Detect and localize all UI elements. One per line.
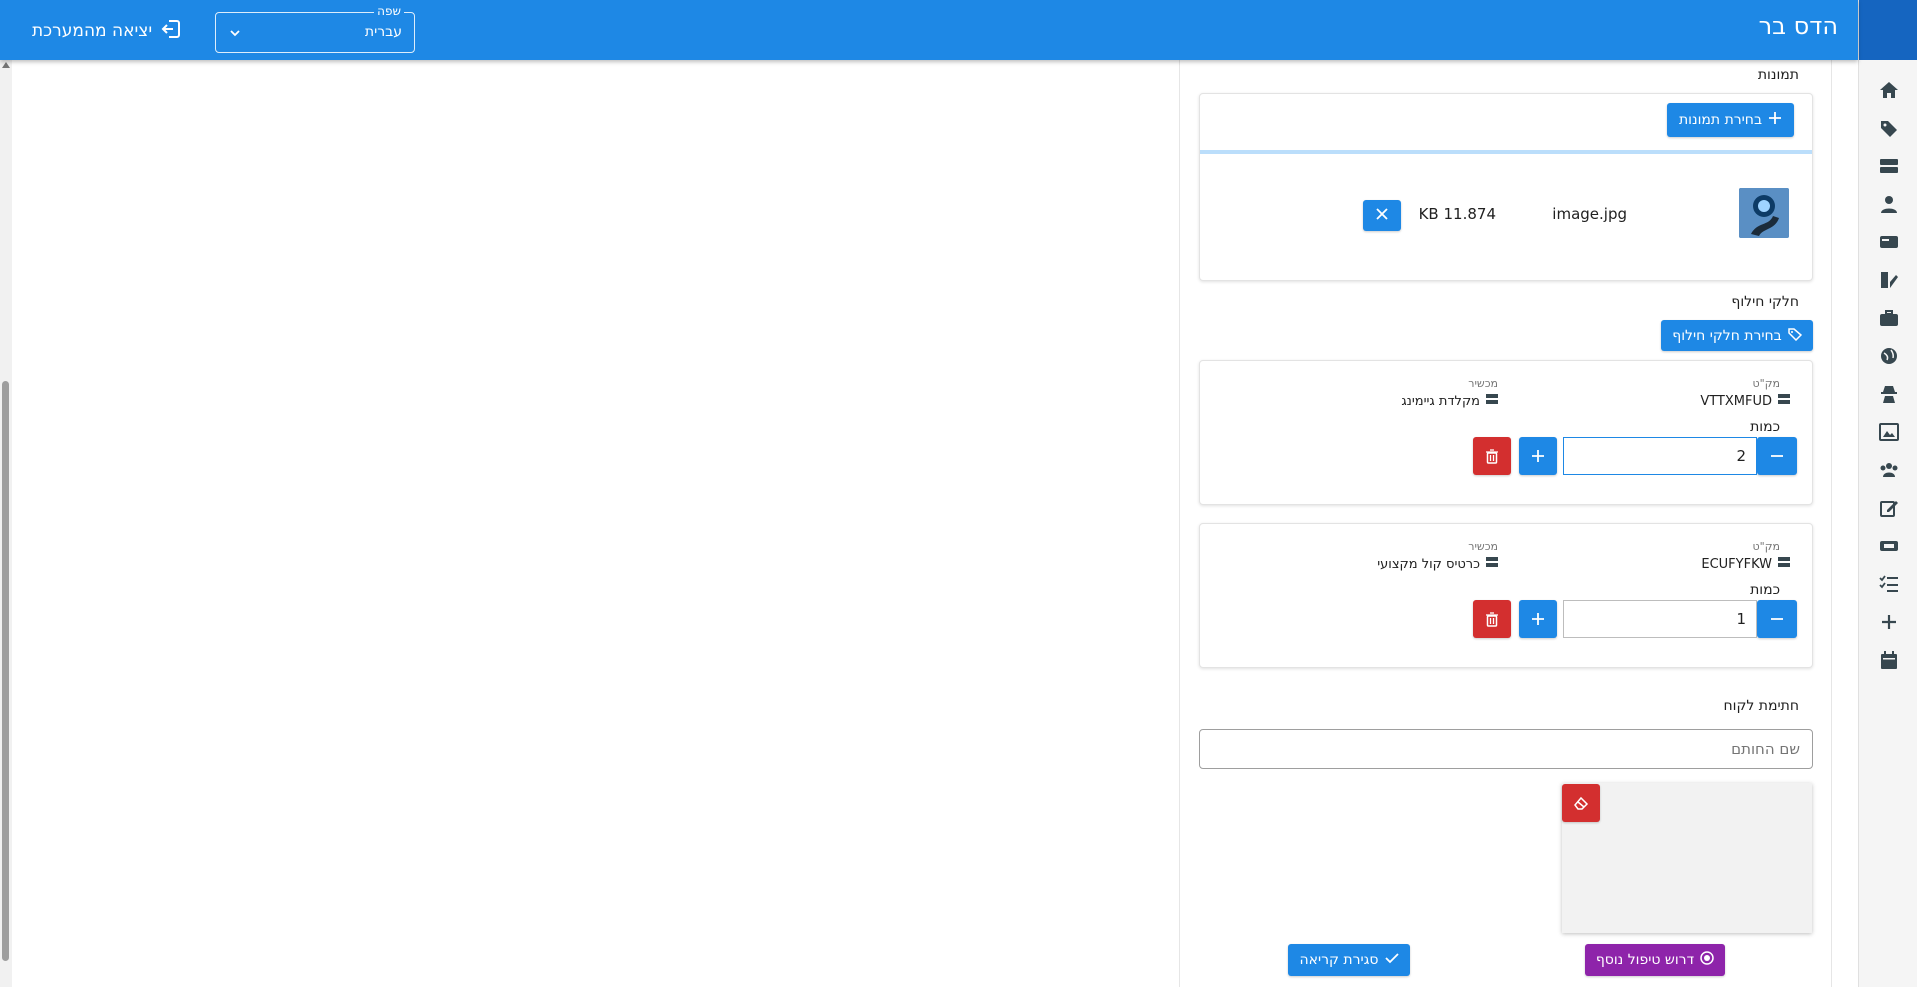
checklist-icon[interactable] xyxy=(1878,573,1900,595)
card-icon[interactable] xyxy=(1878,231,1900,253)
ticket-icon[interactable] xyxy=(1878,535,1900,557)
user-icon[interactable] xyxy=(1878,193,1900,215)
device-value: כרטיס קול מקצועי xyxy=(1377,556,1498,572)
parts-section-title: חלקי חילוף xyxy=(1731,294,1799,310)
app-title: הדס בר xyxy=(1758,12,1838,40)
choose-parts-button[interactable]: בחירת חלקי חילוף xyxy=(1661,320,1813,351)
scroll-up-icon[interactable] xyxy=(2,62,10,68)
plus-icon xyxy=(1532,450,1544,462)
close-call-button[interactable]: סגירת קריאה xyxy=(1288,944,1410,976)
check-icon xyxy=(1384,951,1399,969)
minus-icon xyxy=(1771,618,1783,620)
sku-text: VTTXMFUD xyxy=(1700,393,1772,409)
image-thumbnail[interactable] xyxy=(1739,188,1789,238)
parts-icon[interactable] xyxy=(1878,269,1900,291)
sku-label: מק"ט xyxy=(1752,540,1780,553)
choose-images-label: בחירת תמונות xyxy=(1678,112,1763,128)
device-text: כרטיס קול מקצועי xyxy=(1377,556,1480,572)
device-value: מקלדת גיימינג xyxy=(1401,393,1498,409)
spy-icon[interactable] xyxy=(1878,383,1900,405)
calendar-icon[interactable] xyxy=(1878,649,1900,671)
choose-images-button[interactable]: בחירת תמונות xyxy=(1667,103,1794,137)
image-board-icon[interactable] xyxy=(1878,421,1900,443)
device-text: מקלדת גיימינג xyxy=(1401,393,1480,409)
images-section-title: תמונות xyxy=(1757,67,1799,83)
part-card: מק"ט ECUFYFKW מכשיר כרטיס קול מקצועי כמו… xyxy=(1199,523,1813,668)
signature-pad[interactable] xyxy=(1562,783,1812,933)
language-select[interactable]: שפה עברית xyxy=(215,4,415,53)
part-card: מק"ט VTTXMFUD מכשיר מקלדת גיימינג כמות 2 xyxy=(1199,360,1813,505)
increment-button[interactable] xyxy=(1519,437,1557,475)
device-label: מכשיר xyxy=(1468,377,1498,390)
choose-parts-label: בחירת חלקי חילוף xyxy=(1672,327,1782,344)
trash-icon xyxy=(1486,448,1498,464)
signature-section-title: חתימת לקוח xyxy=(1723,698,1800,714)
quantity-input[interactable]: 1 xyxy=(1563,600,1757,638)
server-icon xyxy=(1486,393,1498,409)
image-file-size: 11.874 KB xyxy=(1418,205,1496,223)
image-file-name: image.jpg xyxy=(1552,205,1627,223)
sku-value: ECUFYFKW xyxy=(1701,556,1790,572)
group-icon[interactable] xyxy=(1878,459,1900,481)
delete-part-button[interactable] xyxy=(1473,437,1511,475)
server-icon xyxy=(1778,393,1790,409)
logout-icon xyxy=(160,18,182,45)
plus-icon xyxy=(1768,111,1782,129)
trash-icon xyxy=(1486,611,1498,627)
close-call-label: סגירת קריאה xyxy=(1299,952,1379,968)
quantity-label: כמות xyxy=(1750,582,1780,598)
minus-icon xyxy=(1771,455,1783,457)
sku-value: VTTXMFUD xyxy=(1700,393,1790,409)
delete-part-button[interactable] xyxy=(1473,600,1511,638)
plus-icon[interactable] xyxy=(1878,611,1900,633)
clear-signature-button[interactable] xyxy=(1562,784,1600,822)
globe-icon[interactable] xyxy=(1878,345,1900,367)
logout-label: יציאה מהמערכת xyxy=(32,21,153,41)
sku-label: מק"ט xyxy=(1752,377,1780,390)
logout-button[interactable]: יציאה מהמערכת xyxy=(32,19,182,43)
call-details-panel: תמונות בחירת תמונות image.jpg 11.874 KB xyxy=(1179,60,1832,987)
scrollbar-thumb[interactable] xyxy=(2,381,9,961)
edit-icon[interactable] xyxy=(1878,497,1900,519)
language-value: עברית xyxy=(364,24,402,40)
tag-icon[interactable] xyxy=(1878,117,1900,139)
chevron-down-icon xyxy=(228,25,242,44)
toolbox-icon[interactable] xyxy=(1878,307,1900,329)
decrement-button[interactable] xyxy=(1757,437,1797,475)
language-label: שפה xyxy=(374,4,404,18)
increment-button[interactable] xyxy=(1519,600,1557,638)
decrement-button[interactable] xyxy=(1757,600,1797,638)
page-scrollbar[interactable] xyxy=(0,60,12,987)
signer-name-input[interactable]: שם החותם xyxy=(1199,729,1813,769)
radio-icon xyxy=(1700,951,1714,969)
close-icon xyxy=(1376,207,1388,224)
require-more-label: דרוש טיפול נוסף xyxy=(1595,952,1695,968)
eraser-icon xyxy=(1574,796,1589,810)
server-icon xyxy=(1778,556,1790,572)
upload-progress-bar xyxy=(1200,150,1812,154)
device-label: מכשיר xyxy=(1468,540,1498,553)
require-more-treatment-button[interactable]: דרוש טיפול נוסף xyxy=(1585,944,1725,976)
tag-icon xyxy=(1788,327,1802,345)
side-nav-rail xyxy=(1858,0,1917,987)
home-icon[interactable] xyxy=(1878,79,1900,101)
server-icon xyxy=(1486,556,1498,572)
remove-image-button[interactable] xyxy=(1363,200,1401,231)
server-icon[interactable] xyxy=(1878,155,1900,177)
quantity-label: כמות xyxy=(1750,419,1780,435)
rail-header xyxy=(1859,0,1917,60)
top-app-bar: הדס בר שפה עברית יציאה מהמערכת xyxy=(0,0,1858,60)
sku-text: ECUFYFKW xyxy=(1701,556,1772,572)
quantity-input[interactable]: 2 xyxy=(1563,437,1757,475)
images-card: בחירת תמונות image.jpg 11.874 KB xyxy=(1199,93,1813,281)
plus-icon xyxy=(1532,613,1544,625)
